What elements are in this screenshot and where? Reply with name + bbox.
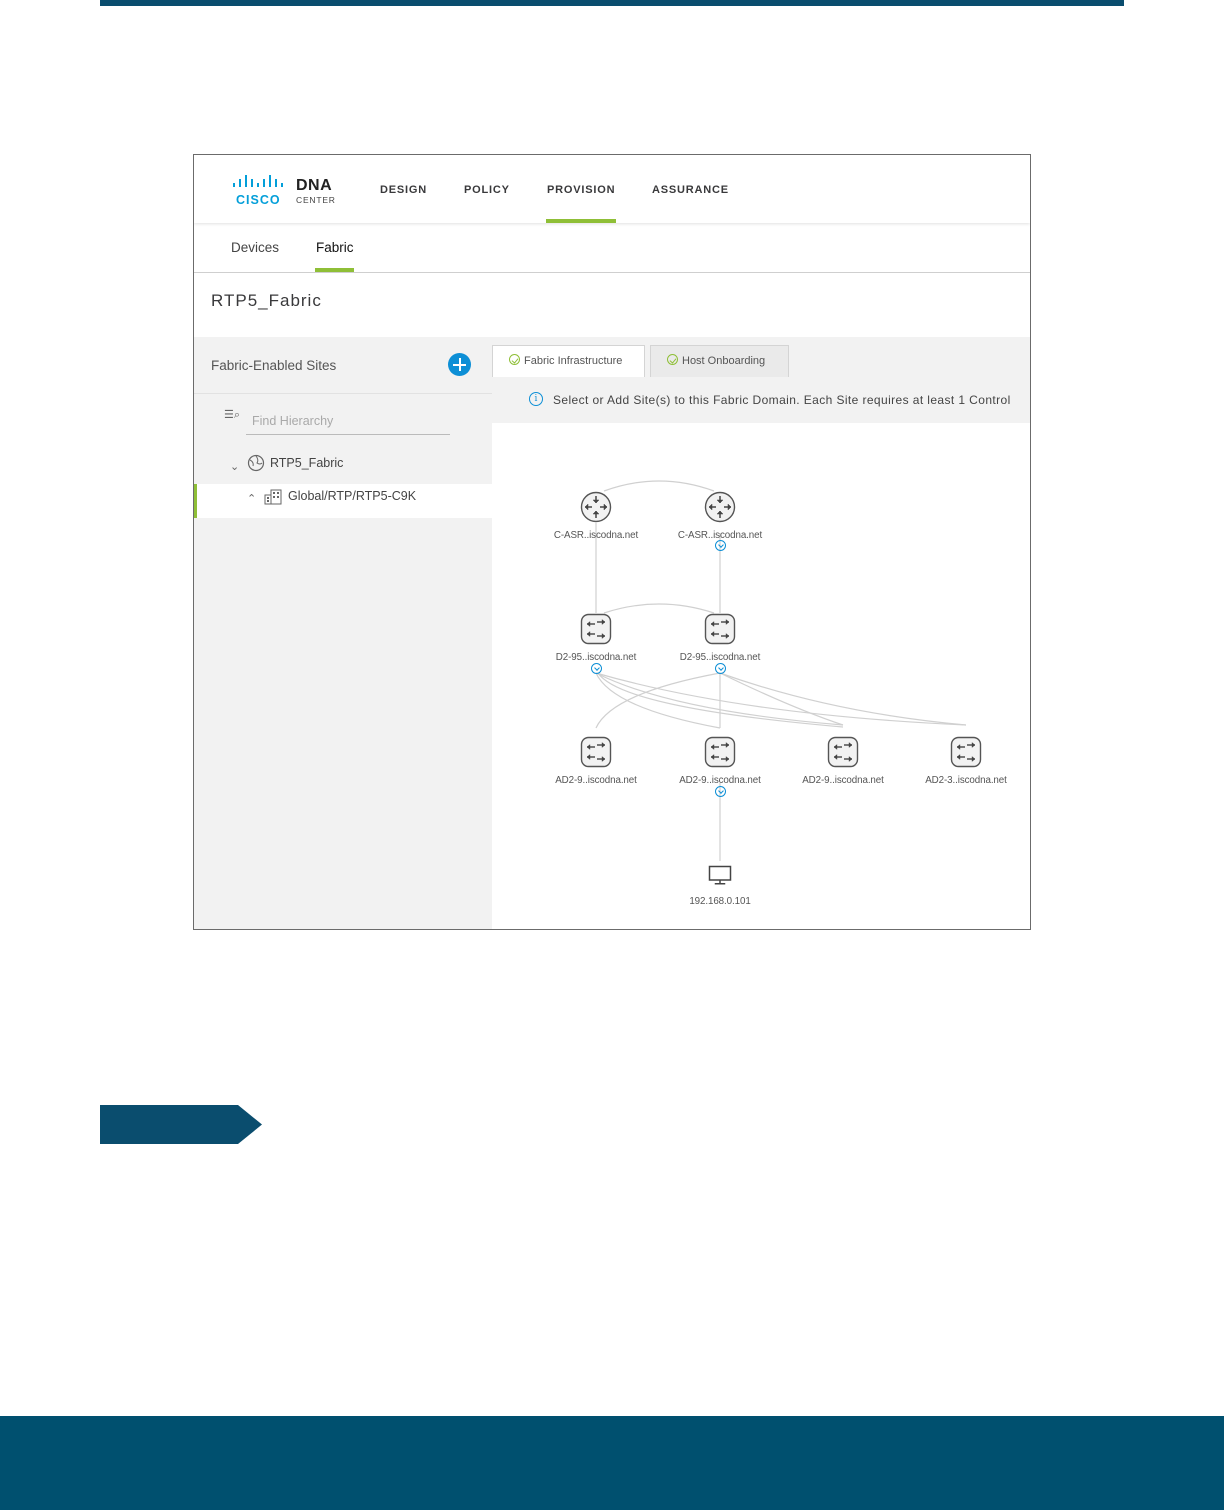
page-title: RTP5_Fabric bbox=[211, 291, 322, 310]
building-icon bbox=[264, 489, 282, 505]
tree-item-label: Global/RTP/RTP5-C9K bbox=[288, 489, 417, 503]
dna-center-screenshot: CISCO DNA CENTER DESIGN POLICY PROVISION… bbox=[193, 154, 1031, 930]
switch-icon bbox=[580, 736, 612, 768]
tab-host-onboarding[interactable]: Host Onboarding bbox=[650, 345, 789, 378]
sites-sidebar-header: Fabric-Enabled Sites bbox=[194, 337, 492, 394]
expand-chevron-icon[interactable] bbox=[714, 663, 726, 674]
node-label: D2-95..iscodna.net bbox=[679, 652, 761, 663]
topology-node-control-router[interactable]: C-ASR..iscodna.net bbox=[536, 491, 656, 541]
topology-node-edge-switch[interactable]: AD2-9..iscodna.net bbox=[660, 736, 780, 786]
find-hierarchy-input[interactable] bbox=[246, 407, 450, 435]
app-header: CISCO DNA CENTER DESIGN POLICY PROVISION… bbox=[194, 155, 1030, 223]
node-label: AD2-9..iscodna.net bbox=[555, 775, 637, 786]
router-icon bbox=[580, 491, 612, 523]
chevron-up-icon[interactable]: ⌃ bbox=[247, 492, 256, 505]
node-label: D2-95..iscodna.net bbox=[555, 652, 637, 663]
tab-label: Host Onboarding bbox=[682, 355, 766, 367]
switch-icon bbox=[704, 613, 736, 645]
nav-assurance[interactable]: ASSURANCE bbox=[652, 184, 729, 196]
cisco-bridge-icon bbox=[233, 175, 283, 187]
expand-chevron-icon[interactable] bbox=[714, 786, 726, 797]
chevron-down-icon[interactable]: ⌄ bbox=[230, 460, 239, 473]
node-label: C-ASR..iscodna.net bbox=[553, 530, 639, 541]
switch-icon bbox=[704, 736, 736, 768]
check-circle-icon bbox=[509, 354, 520, 365]
subtab-active-indicator bbox=[315, 268, 354, 272]
nav-design[interactable]: DESIGN bbox=[380, 184, 427, 196]
logo-center-text: CENTER bbox=[296, 195, 336, 205]
add-site-button[interactable] bbox=[448, 353, 471, 376]
nav-provision[interactable]: PROVISION bbox=[547, 184, 615, 196]
sites-sidebar-title: Fabric-Enabled Sites bbox=[211, 358, 337, 373]
switch-icon bbox=[827, 736, 859, 768]
logo-dna-text: DNA bbox=[296, 177, 333, 194]
cisco-dna-logo[interactable]: CISCO DNA CENTER bbox=[230, 175, 340, 207]
globe-icon bbox=[247, 454, 265, 472]
logo-cisco-text: CISCO bbox=[236, 193, 281, 207]
info-banner-text: Select or Add Site(s) to this Fabric Dom… bbox=[553, 393, 1011, 407]
topology-node-edge-switch[interactable]: AD2-9..iscodna.net bbox=[536, 736, 656, 786]
info-banner: i Select or Add Site(s) to this Fabric D… bbox=[492, 377, 1030, 423]
topology-node-control-router[interactable]: C-ASR..iscodna.net bbox=[660, 491, 780, 541]
node-label: AD2-9..iscodna.net bbox=[679, 775, 761, 786]
tab-label: Fabric Infrastructure bbox=[524, 355, 623, 367]
info-icon: i bbox=[529, 392, 543, 406]
sites-sidebar: Fabric-Enabled Sites ☰⌕ ⌄ RTP5_Fabric ⌃ … bbox=[194, 337, 492, 929]
filter-search-icon: ☰⌕ bbox=[224, 409, 241, 421]
topology-node-edge-switch[interactable]: AD2-9..iscodna.net bbox=[783, 736, 903, 786]
topology-node-border-switch[interactable]: D2-95..iscodna.net bbox=[536, 613, 656, 663]
node-label: AD2-3..iscodna.net bbox=[925, 775, 1007, 786]
node-label: 192.168.0.101 bbox=[689, 896, 751, 907]
provision-subtabs: Devices Fabric bbox=[194, 223, 1030, 273]
page-top-rule bbox=[100, 0, 1124, 6]
tab-fabric-infrastructure[interactable]: Fabric Infrastructure bbox=[492, 345, 645, 378]
router-icon bbox=[704, 491, 736, 523]
tree-item-label: RTP5_Fabric bbox=[270, 456, 344, 470]
page-footer-band bbox=[0, 1416, 1224, 1510]
monitor-icon bbox=[708, 865, 732, 885]
fabric-topology-canvas[interactable]: C-ASR..iscodna.net C-ASR..iscodna.net D2… bbox=[492, 423, 1030, 929]
expand-chevron-icon[interactable] bbox=[590, 663, 602, 674]
expand-chevron-icon[interactable] bbox=[714, 540, 726, 551]
subtab-fabric[interactable]: Fabric bbox=[316, 240, 354, 255]
switch-icon bbox=[580, 613, 612, 645]
topology-node-edge-switch[interactable]: AD2-3..iscodna.net bbox=[906, 736, 1026, 786]
topology-node-border-switch[interactable]: D2-95..iscodna.net bbox=[660, 613, 780, 663]
subtab-devices[interactable]: Devices bbox=[231, 240, 279, 255]
check-circle-icon bbox=[667, 354, 678, 365]
switch-icon bbox=[950, 736, 982, 768]
node-label: AD2-9..iscodna.net bbox=[802, 775, 884, 786]
section-tab-marker bbox=[100, 1105, 262, 1144]
topology-node-host[interactable]: 192.168.0.101 bbox=[660, 865, 780, 907]
tree-item-rtp5-fabric[interactable]: ⌄ RTP5_Fabric bbox=[194, 450, 492, 484]
fabric-tabbar: Fabric Infrastructure Host Onboarding bbox=[492, 337, 1030, 378]
tree-item-global-rtp-rtp5-c9k[interactable]: ⌃ Global/RTP/RTP5-C9K bbox=[194, 484, 492, 518]
nav-policy[interactable]: POLICY bbox=[464, 184, 510, 196]
